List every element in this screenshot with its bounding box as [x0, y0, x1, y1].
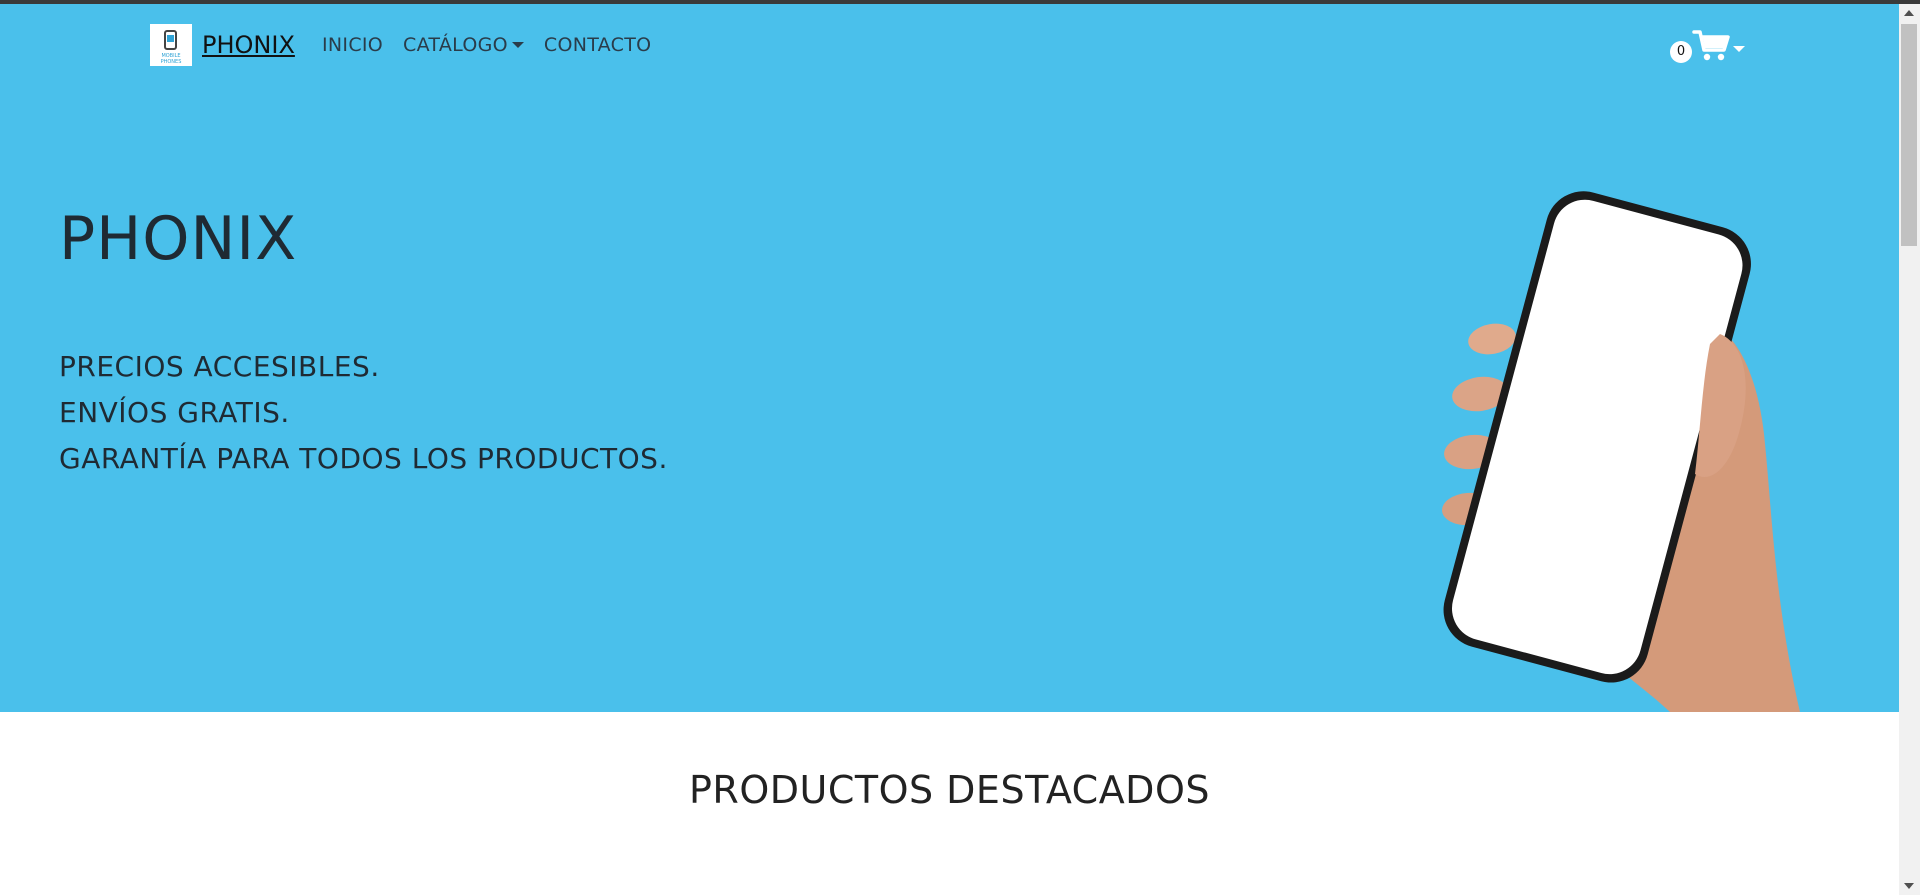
- chevron-down-icon: [511, 42, 524, 48]
- hero-tagline: ENVÍOS GRATIS.: [59, 396, 290, 429]
- nav-item-catalogo-dropdown[interactable]: CATÁLOGO: [403, 34, 524, 56]
- brand-name[interactable]: PHONIX: [202, 31, 295, 59]
- nav-item-label: CONTACTO: [543, 34, 652, 56]
- brand-logo-text: MOBILE PHONES: [160, 53, 182, 65]
- hand-holding-phone-image: [1442, 191, 1800, 712]
- brand-link[interactable]: MOBILE PHONES PHONIX: [150, 24, 295, 66]
- chevron-down-icon: [1733, 46, 1745, 52]
- hero-title: PHONIX: [59, 204, 298, 274]
- brand-logo: MOBILE PHONES: [150, 24, 192, 66]
- hero-tagline: PRECIOS ACCESIBLES.: [59, 350, 380, 383]
- phone-logo-icon: [164, 30, 177, 50]
- nav-item-label: CATÁLOGO: [403, 34, 508, 56]
- nav-item-label: INICIO: [322, 34, 384, 56]
- vertical-scrollbar[interactable]: [1899, 4, 1920, 895]
- navbar: MOBILE PHONES PHONIX INICIO CATÁLOGO CON…: [0, 4, 1899, 84]
- featured-products-title: PRODUCTOS DESTACADOS: [689, 768, 1210, 812]
- cart-icon: [1692, 30, 1730, 61]
- scrollbar-thumb[interactable]: [1901, 24, 1917, 246]
- cart-count-badge: 0: [1670, 41, 1692, 63]
- hero-tagline: GARANTÍA PARA TODOS LOS PRODUCTOS.: [59, 442, 668, 475]
- nav-item-contacto[interactable]: CONTACTO: [544, 34, 651, 56]
- scroll-down-arrow-icon[interactable]: [1904, 883, 1914, 889]
- page-viewport: MOBILE PHONES PHONIX INICIO CATÁLOGO CON…: [0, 4, 1899, 895]
- scroll-up-arrow-icon[interactable]: [1904, 10, 1914, 16]
- cart-dropdown[interactable]: 0: [1670, 26, 1746, 66]
- hero-section: MOBILE PHONES PHONIX INICIO CATÁLOGO CON…: [0, 4, 1899, 712]
- nav-item-inicio[interactable]: INICIO: [322, 34, 383, 56]
- nav-links: INICIO CATÁLOGO CONTACTO: [322, 34, 671, 56]
- hero-taglines: PRECIOS ACCESIBLES. ENVÍOS GRATIS. GARAN…: [59, 344, 668, 482]
